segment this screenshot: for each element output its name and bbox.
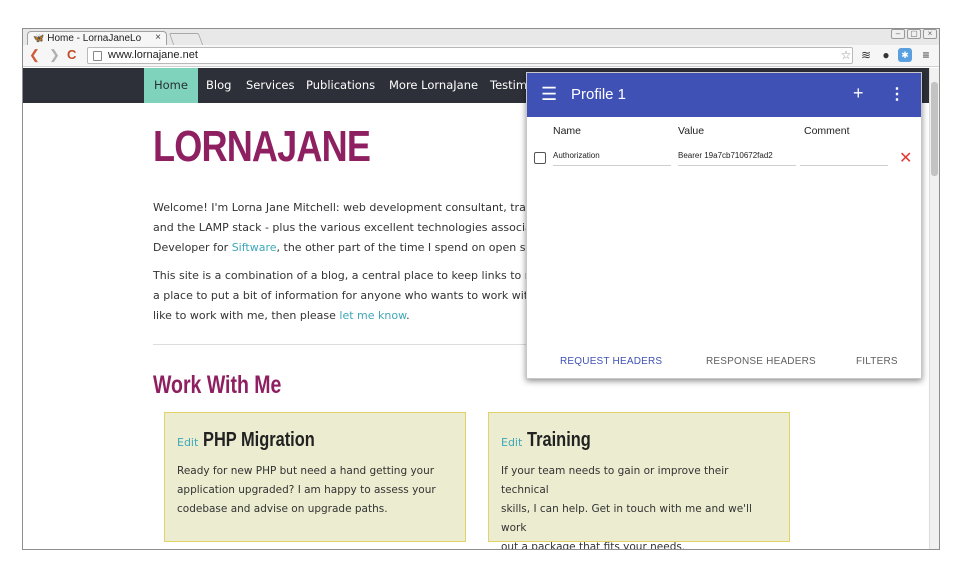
column-header-comment: Comment xyxy=(804,125,850,137)
add-header-icon[interactable]: + xyxy=(853,83,864,104)
back-icon[interactable]: ❮ xyxy=(29,48,40,62)
service-card: Edit PHP Migration Ready for new PHP but… xyxy=(164,412,466,542)
bookmark-star-icon[interactable]: ☆ xyxy=(839,48,853,62)
column-header-value: Value xyxy=(678,125,705,137)
browser-tab[interactable]: 🦋 Home - LornaJaneLo × xyxy=(27,31,167,45)
new-tab-button[interactable] xyxy=(168,33,204,45)
header-row: Authorization Bearer 19a7cb710672fad2 ✕ xyxy=(527,149,921,169)
tab-strip: 🦋 Home - LornaJaneLo × – ▢ × xyxy=(23,29,939,45)
reload-icon[interactable]: C xyxy=(67,48,76,62)
buffer-extension-icon[interactable]: ≋ xyxy=(859,48,873,62)
close-window-button[interactable]: × xyxy=(923,29,937,39)
tab-title: Home - LornaJaneLo xyxy=(47,33,142,44)
tab-request-headers[interactable]: REQUEST HEADERS xyxy=(560,356,662,367)
nav-services[interactable]: Services xyxy=(246,68,295,103)
modheader-popup: ☰ Profile 1 + ⋮ Name Value Comment Autho… xyxy=(526,72,922,379)
edit-link[interactable]: Edit xyxy=(177,436,198,449)
delete-header-icon[interactable]: ✕ xyxy=(899,148,912,168)
scroll-thumb[interactable] xyxy=(931,82,938,176)
window-controls: – ▢ × xyxy=(891,29,937,39)
url-text: www.lornajane.net xyxy=(108,49,198,61)
service-card: Edit Training If your team needs to gain… xyxy=(488,412,790,549)
card-line: Ready for new PHP but need a hand gettin… xyxy=(177,465,435,477)
hamburger-menu-icon[interactable]: ☰ xyxy=(541,84,557,105)
card-body: Ready for new PHP but need a hand gettin… xyxy=(177,462,453,519)
header-value-field[interactable]: Bearer 19a7cb710672fad2 xyxy=(678,149,796,166)
card-line: codebase and advise on upgrade paths. xyxy=(177,503,388,515)
github-extension-icon[interactable]: ● xyxy=(879,48,893,62)
page-icon xyxy=(93,51,102,61)
nav-publications[interactable]: Publications xyxy=(306,68,375,103)
nav-blog[interactable]: Blog xyxy=(206,68,231,103)
popup-header: ☰ Profile 1 + ⋮ xyxy=(527,73,921,117)
nav-home[interactable]: Home xyxy=(144,68,198,103)
contact-link[interactable]: let me know xyxy=(339,309,406,322)
menu-icon[interactable]: ≡ xyxy=(919,48,933,62)
header-name-field[interactable]: Authorization xyxy=(553,149,671,166)
browser-window: 🦋 Home - LornaJaneLo × – ▢ × ❮ ❯ C www.l… xyxy=(22,28,940,550)
card-line: out a package that fits your needs. xyxy=(501,541,686,550)
profile-title: Profile 1 xyxy=(571,86,627,103)
tab-response-headers[interactable]: RESPONSE HEADERS xyxy=(706,356,816,367)
modheader-extension-icon[interactable]: ✱ xyxy=(898,48,912,62)
nav-more[interactable]: More LornaJane xyxy=(389,68,478,103)
header-comment-field[interactable] xyxy=(800,149,888,166)
siftware-link[interactable]: Siftware xyxy=(232,241,277,254)
card-line: application upgraded? I am happy to asse… xyxy=(177,484,436,496)
page-scrollbar[interactable] xyxy=(929,68,939,549)
more-options-icon[interactable]: ⋮ xyxy=(889,84,905,104)
card-header: Edit Training xyxy=(501,429,777,452)
card-title: Training xyxy=(526,429,591,451)
site-logo[interactable]: LORNAJANE xyxy=(153,122,371,172)
maximize-button[interactable]: ▢ xyxy=(907,29,921,39)
card-title: PHP Migration xyxy=(202,429,315,451)
favicon-icon: 🦋 xyxy=(33,33,45,43)
tab-filters[interactable]: FILTERS xyxy=(856,356,898,367)
edit-link[interactable]: Edit xyxy=(501,436,522,449)
tab-close-icon[interactable]: × xyxy=(155,32,161,43)
card-line: skills, I can help. Get in touch with me… xyxy=(501,503,752,534)
forward-icon[interactable]: ❯ xyxy=(49,48,60,62)
card-line: If your team needs to gain or improve th… xyxy=(501,465,729,496)
column-header-name: Name xyxy=(553,125,582,137)
card-header: Edit PHP Migration xyxy=(177,429,453,452)
address-bar[interactable]: www.lornajane.net xyxy=(87,47,853,64)
card-body: If your team needs to gain or improve th… xyxy=(501,462,777,550)
minimize-button[interactable]: – xyxy=(891,29,905,39)
header-enabled-checkbox[interactable] xyxy=(534,152,546,164)
divider xyxy=(153,344,553,345)
browser-toolbar: ❮ ❯ C www.lornajane.net ☆ ≋ ● ✱ ≡ xyxy=(23,45,939,67)
work-with-me-heading: Work With Me xyxy=(153,371,282,399)
